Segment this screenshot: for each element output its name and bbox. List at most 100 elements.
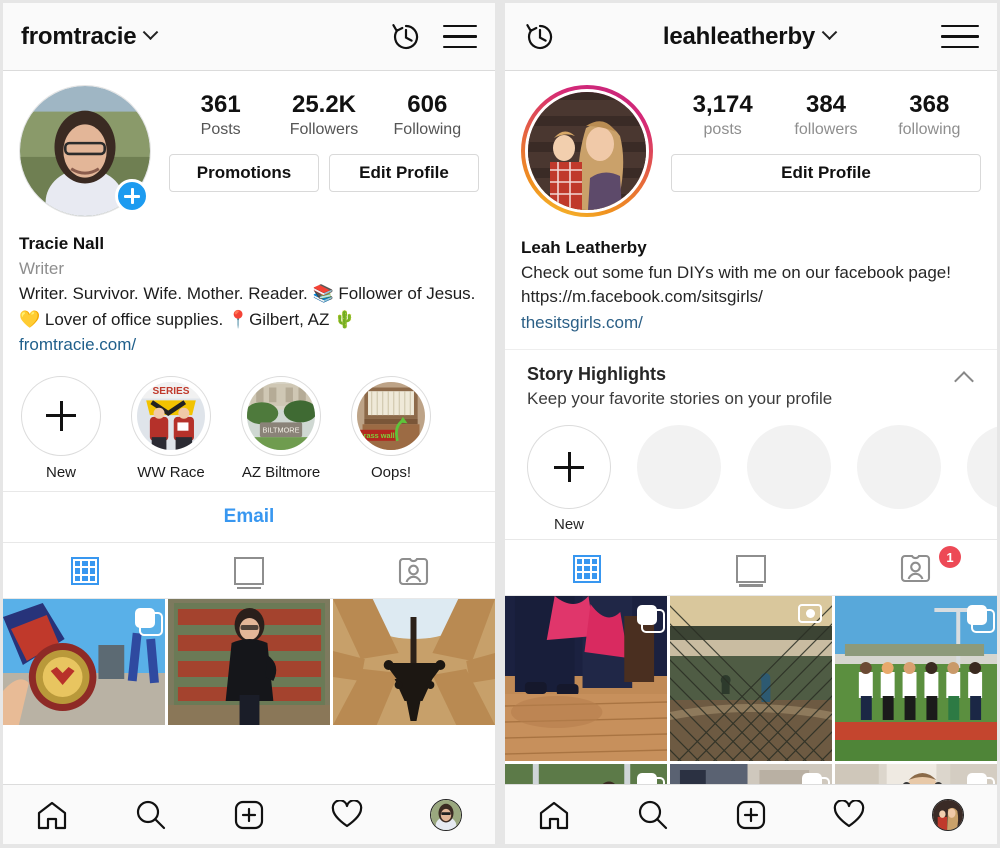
grid-photo[interactable] xyxy=(835,596,997,762)
search-icon xyxy=(638,800,668,830)
left-top-bar: fromtracie xyxy=(3,3,495,71)
nav-search[interactable] xyxy=(623,793,683,837)
grid-photo[interactable] xyxy=(505,764,667,784)
stat-value: 3,174 xyxy=(692,91,753,118)
avatar-with-story-ring xyxy=(521,85,653,217)
tab-grid[interactable] xyxy=(3,543,167,598)
nav-activity[interactable] xyxy=(819,793,879,837)
highlight-new[interactable]: New xyxy=(527,425,611,533)
stat-value: 606 xyxy=(407,91,448,118)
right-story-highlights-row[interactable]: New xyxy=(505,409,997,539)
tagged-person-icon xyxy=(900,555,930,583)
stat-value: 368 xyxy=(909,91,950,118)
hamburger-menu-icon[interactable] xyxy=(940,24,979,49)
plus-square-icon xyxy=(736,800,766,829)
bio-text: Check out some fun DIYs with me on our f… xyxy=(521,262,951,307)
highlight-placeholder[interactable] xyxy=(857,425,941,533)
multi-photo-icon xyxy=(967,605,995,634)
grid-photo[interactable] xyxy=(505,596,667,762)
grid-photo[interactable] xyxy=(333,598,495,725)
video-camera-icon xyxy=(798,604,822,624)
highlight-item[interactable]: Grass wall Oops! xyxy=(351,375,431,481)
grid-photo[interactable] xyxy=(670,596,832,762)
bio-text: Writer. Survivor. Wife. Mother. Reader. … xyxy=(19,284,476,329)
grid-photo[interactable] xyxy=(168,598,330,725)
home-icon xyxy=(540,801,569,829)
stat-label: Posts xyxy=(200,120,241,138)
add-story-plus-icon[interactable] xyxy=(115,179,149,213)
right-bio: Leah Leatherby Check out some fun DIYs w… xyxy=(505,217,997,335)
left-stats: 361 Posts 25.2K Followers 606 Following xyxy=(169,91,479,140)
stat-followers[interactable]: 25.2K Followers xyxy=(272,91,375,140)
stat-value: 384 xyxy=(805,91,847,118)
highlight-label: New xyxy=(45,463,76,481)
hamburger-menu-icon[interactable] xyxy=(443,24,477,49)
highlight-placeholder[interactable] xyxy=(747,425,831,533)
feed-list-icon xyxy=(736,554,766,587)
grid-photo[interactable] xyxy=(3,598,165,725)
nav-profile[interactable] xyxy=(416,793,476,837)
bio-website-link[interactable]: fromtracie.com/ xyxy=(19,332,479,358)
stat-posts[interactable]: 3,174 posts xyxy=(671,91,774,140)
left-photo-grid xyxy=(3,598,495,784)
edit-profile-button[interactable]: Edit Profile xyxy=(329,154,479,193)
highlight-label: AZ Biltmore xyxy=(241,463,321,481)
tab-tagged[interactable] xyxy=(331,543,495,598)
highlight-circle xyxy=(967,425,997,510)
nav-profile[interactable] xyxy=(918,793,978,837)
nav-new-post[interactable] xyxy=(219,793,279,837)
tab-feed[interactable] xyxy=(167,543,331,598)
highlight-item[interactable]: SERIES WW Race xyxy=(131,375,211,481)
stat-followers[interactable]: 384 followers xyxy=(774,91,877,140)
chevron-down-icon xyxy=(821,24,838,41)
right-avatar-wrap[interactable] xyxy=(521,85,653,217)
grid-photo[interactable] xyxy=(670,764,832,784)
left-avatar-wrap[interactable] xyxy=(19,85,151,217)
highlight-circle xyxy=(637,425,721,510)
nav-search[interactable] xyxy=(121,793,181,837)
search-icon xyxy=(136,800,166,830)
stat-following[interactable]: 368 following xyxy=(878,91,981,140)
stat-value: 25.2K xyxy=(291,91,357,118)
right-tab-strip: 1 xyxy=(505,539,997,597)
multi-photo-icon xyxy=(802,773,830,784)
nav-activity[interactable] xyxy=(317,793,377,837)
stat-posts[interactable]: 361 Posts xyxy=(169,91,272,140)
email-action-bar[interactable]: Email xyxy=(3,490,495,543)
right-username-dropdown[interactable]: leahleatherby xyxy=(662,22,838,51)
nav-home[interactable] xyxy=(22,793,82,837)
highlight-placeholder[interactable] xyxy=(637,425,721,533)
plus-square-icon xyxy=(234,800,264,829)
plus-icon xyxy=(46,400,76,431)
archive-clock-icon[interactable] xyxy=(523,20,557,54)
right-username: leahleatherby xyxy=(662,22,816,50)
highlight-circle xyxy=(857,425,941,510)
tab-tagged[interactable]: 1 xyxy=(833,540,997,595)
highlight-item[interactable]: BILTMORE AZ Biltmore xyxy=(241,375,321,481)
email-button[interactable]: Email xyxy=(224,506,275,527)
left-profile-panel: fromtracie 361 Posts 25.2K Followers 606… xyxy=(3,3,495,844)
nav-home[interactable] xyxy=(524,793,584,837)
heart-icon xyxy=(834,800,865,828)
left-story-highlights-row[interactable]: New SERIES WW Race BILTMORE AZ Biltmore … xyxy=(3,358,495,491)
highlight-placeholder[interactable] xyxy=(967,425,997,533)
multi-photo-icon xyxy=(967,773,995,784)
story-highlights-title: Story Highlights xyxy=(527,364,666,385)
left-stats-and-buttons: 361 Posts 25.2K Followers 606 Following … xyxy=(151,85,479,217)
edit-profile-button[interactable]: Edit Profile xyxy=(671,154,981,193)
left-username-dropdown[interactable]: fromtracie xyxy=(21,23,159,51)
tab-grid[interactable] xyxy=(505,540,669,595)
tagged-badge-count: 1 xyxy=(939,546,961,569)
highlight-new[interactable]: New xyxy=(21,375,101,481)
tab-feed[interactable] xyxy=(669,540,833,595)
grid-photo[interactable] xyxy=(835,764,997,784)
story-highlights-subtitle: Keep your favorite stories on your profi… xyxy=(527,389,833,409)
promotions-button[interactable]: Promotions xyxy=(169,154,319,193)
nav-new-post[interactable] xyxy=(721,793,781,837)
left-action-buttons: Promotions Edit Profile xyxy=(169,154,479,193)
archive-clock-icon[interactable] xyxy=(389,20,423,54)
stat-following[interactable]: 606 Following xyxy=(376,91,479,140)
bio-website-link[interactable]: thesitsgirls.com/ xyxy=(521,310,981,336)
left-bio: Tracie Nall Writer Writer. Survivor. Wif… xyxy=(3,217,495,358)
highlight-circle xyxy=(21,375,101,456)
